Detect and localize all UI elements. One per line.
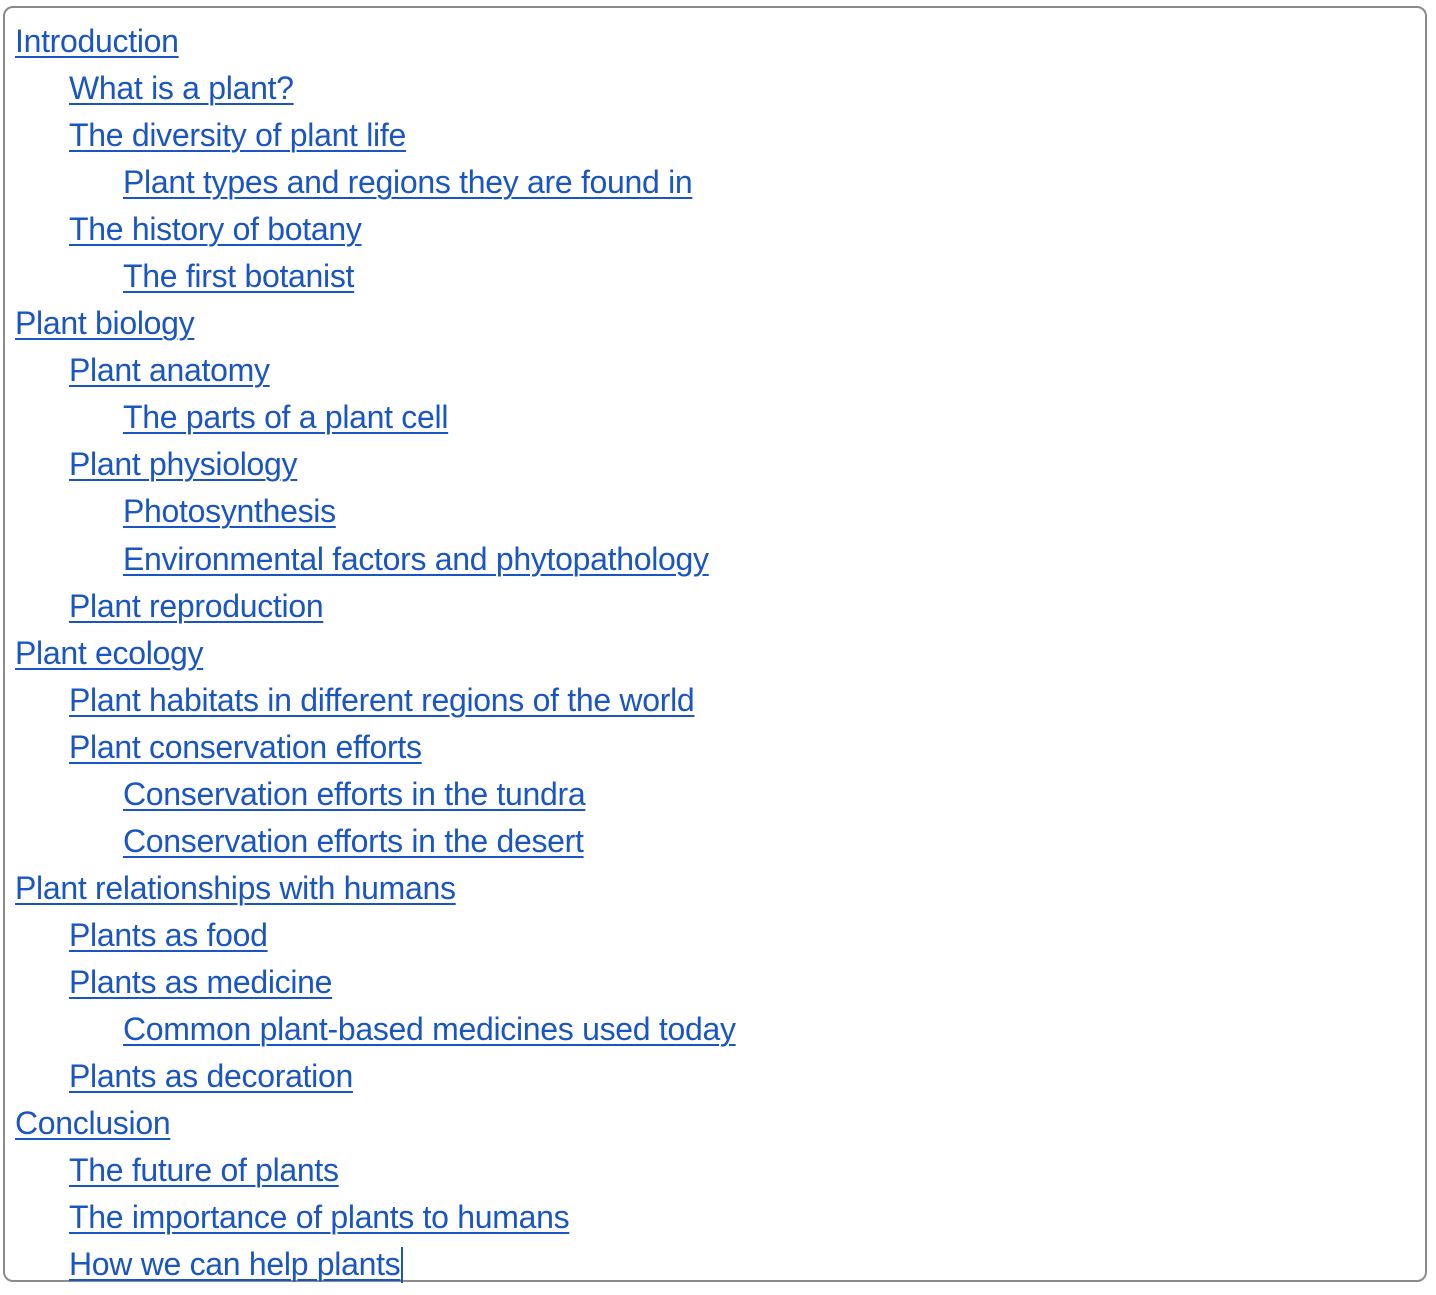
toc-item: Environmental factors and phytopathology	[15, 536, 736, 583]
toc-link-plants-as-medicine[interactable]: Plants as medicine	[69, 964, 332, 1000]
toc-link-plant-types-and-regions[interactable]: Plant types and regions they are found i…	[123, 164, 693, 200]
toc-link-parts-of-plant-cell[interactable]: The parts of a plant cell	[123, 399, 448, 435]
toc-item: The importance of plants to humans	[15, 1194, 736, 1241]
toc-link-common-plant-medicines[interactable]: Common plant-based medicines used today	[123, 1011, 736, 1047]
toc-item: Conservation efforts in the tundra	[15, 771, 736, 818]
toc-link-plants-as-decoration[interactable]: Plants as decoration	[69, 1058, 353, 1094]
toc-link-plant-relationships-humans[interactable]: Plant relationships with humans	[15, 870, 456, 906]
toc-item: Plant biology	[15, 300, 736, 347]
toc-item: Plants as food	[15, 912, 736, 959]
toc-item: How we can help plants	[15, 1241, 736, 1288]
toc-list: Introduction What is a plant? The divers…	[15, 18, 736, 1288]
table-of-contents-editor[interactable]: Introduction What is a plant? The divers…	[3, 6, 1427, 1284]
toc-item: The history of botany	[15, 206, 736, 253]
toc-link-plant-anatomy[interactable]: Plant anatomy	[69, 352, 270, 388]
toc-link-plant-conservation-efforts[interactable]: Plant conservation efforts	[69, 729, 422, 765]
toc-item: Plant relationships with humans	[15, 865, 736, 912]
toc-item: Introduction	[15, 18, 736, 65]
toc-item: Plant physiology	[15, 441, 736, 488]
toc-link-photosynthesis[interactable]: Photosynthesis	[123, 493, 336, 529]
toc-item: Plant types and regions they are found i…	[15, 159, 736, 206]
toc-item: Plant reproduction	[15, 583, 736, 630]
toc-item: Conclusion	[15, 1100, 736, 1147]
toc-item: The diversity of plant life	[15, 112, 736, 159]
toc-link-future-of-plants[interactable]: The future of plants	[69, 1152, 339, 1188]
toc-item: The first botanist	[15, 253, 736, 300]
toc-item: What is a plant?	[15, 65, 736, 112]
toc-link-conservation-tundra[interactable]: Conservation efforts in the tundra	[123, 776, 586, 812]
toc-link-importance-of-plants[interactable]: The importance of plants to humans	[69, 1199, 570, 1235]
toc-link-plant-biology[interactable]: Plant biology	[15, 305, 195, 341]
toc-item: Plant conservation efforts	[15, 724, 736, 771]
toc-item: Plants as decoration	[15, 1053, 736, 1100]
toc-link-diversity-of-plant-life[interactable]: The diversity of plant life	[69, 117, 406, 153]
text-cursor	[401, 1247, 404, 1284]
toc-item: Common plant-based medicines used today	[15, 1006, 736, 1053]
toc-link-history-of-botany[interactable]: The history of botany	[69, 211, 362, 247]
toc-link-how-we-can-help-plants[interactable]: How we can help plants	[69, 1246, 401, 1282]
toc-link-first-botanist[interactable]: The first botanist	[123, 258, 354, 294]
toc-item: Plants as medicine	[15, 959, 736, 1006]
toc-link-conservation-desert[interactable]: Conservation efforts in the desert	[123, 823, 584, 859]
toc-link-environmental-factors[interactable]: Environmental factors and phytopathology	[123, 541, 709, 577]
toc-item: Conservation efforts in the desert	[15, 818, 736, 865]
toc-link-conclusion[interactable]: Conclusion	[15, 1105, 171, 1141]
toc-item: Photosynthesis	[15, 488, 736, 535]
toc-link-plants-as-food[interactable]: Plants as food	[69, 917, 268, 953]
toc-item: Plant habitats in different regions of t…	[15, 677, 736, 724]
toc-link-what-is-a-plant[interactable]: What is a plant?	[69, 70, 294, 106]
toc-link-plant-ecology[interactable]: Plant ecology	[15, 635, 204, 671]
toc-link-introduction[interactable]: Introduction	[15, 23, 179, 59]
toc-link-plant-reproduction[interactable]: Plant reproduction	[69, 588, 324, 624]
toc-link-plant-habitats[interactable]: Plant habitats in different regions of t…	[69, 682, 695, 718]
toc-item: Plant ecology	[15, 630, 736, 677]
toc-item: Plant anatomy	[15, 347, 736, 394]
toc-item: The future of plants	[15, 1147, 736, 1194]
toc-item: The parts of a plant cell	[15, 394, 736, 441]
toc-link-plant-physiology[interactable]: Plant physiology	[69, 446, 298, 482]
